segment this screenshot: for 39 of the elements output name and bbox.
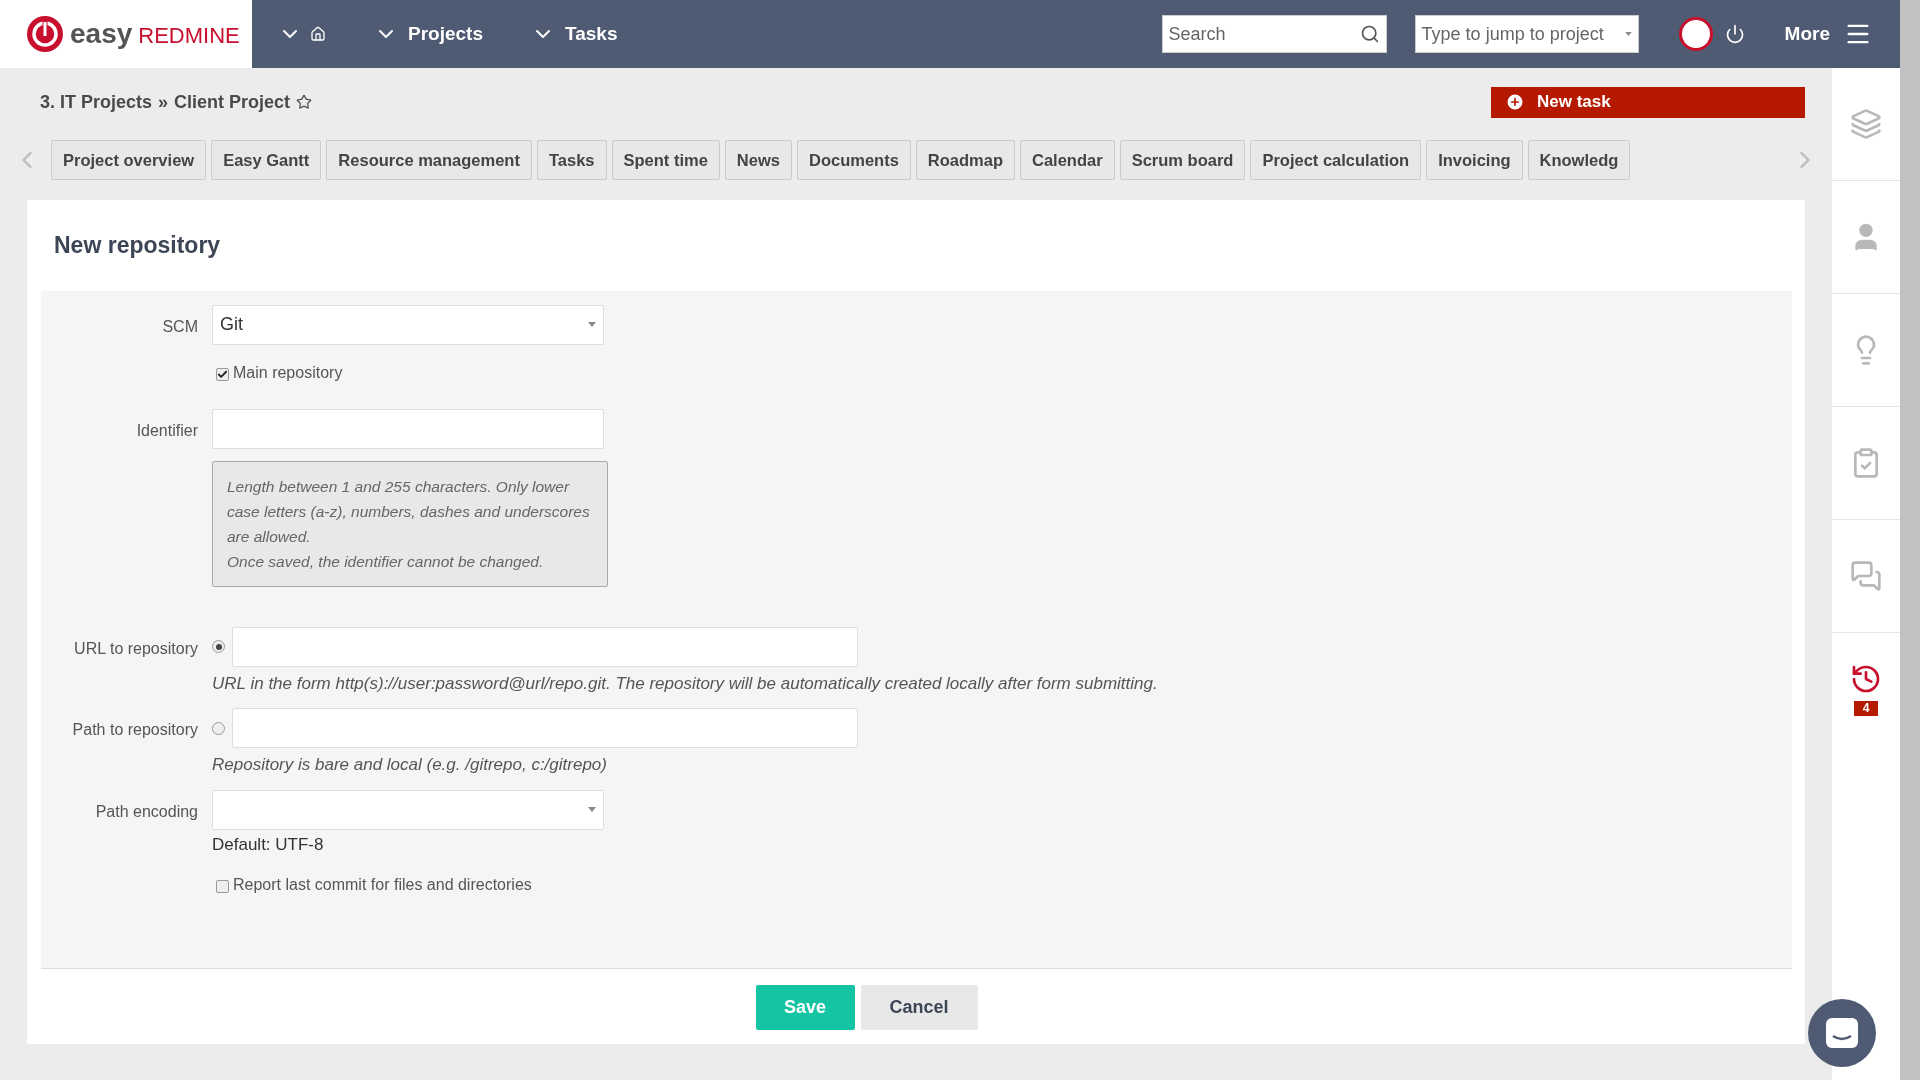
field-label: Path encoding [95,802,198,820]
project-tab[interactable]: Scrum board [1119,140,1246,180]
checkbox-label: Main repository [233,362,343,383]
project-tab[interactable]: Tasks [536,140,607,180]
new-task-button[interactable]: New task [1491,86,1805,118]
note-text: Once saved, the identifier cannot be changed. [227,551,545,572]
field-label: URL to repository [74,639,198,657]
project-tab[interactable]: Resource management [326,140,532,180]
nav-menu-item[interactable]: Projects [374,19,483,49]
search-field[interactable]: Search [1161,15,1387,53]
field-label: Path to repository [72,721,198,738]
project-tab[interactable]: Easy Gantt [211,140,322,180]
field-label: Identifier [136,421,198,439]
select-field[interactable]: Git [212,304,604,345]
field-hint: URL in the form http(s)://user:password@url/repo.git. The repository will be automatically created locally after form submitting. [212,672,1158,695]
project-tab[interactable]: News [724,140,792,180]
breadcrumb-link[interactable]: Client Project [174,88,291,116]
project-tab[interactable]: Project calculation [1250,140,1422,180]
logo[interactable]: easy REDMINE [0,0,252,68]
form-title: New repository [53,231,222,260]
default-note: Default: UTF-8 [212,833,325,856]
note-text: Length between 1 and 255 characters. Only lower case letters (a-z), numbers, dashes and underscores are allowed. [227,476,591,547]
jump-field[interactable]: Type to jump to project [1414,15,1639,53]
breadcrumb-separator: » [158,90,169,114]
more-menu[interactable]: More [1784,19,1872,49]
breadcrumb-link[interactable]: 3. IT Projects [40,88,153,116]
project-tab[interactable]: Invoicing [1426,140,1523,180]
cancel-button[interactable]: Cancel [860,984,978,1030]
count-badge: 4 [1853,701,1879,716]
field-hint: Repository is bare and local (e.g. /gitrepo, c:/gitrepo) [212,754,608,776]
project-tab[interactable]: Project overview [51,140,207,180]
project-tab[interactable]: Knowledg [1527,140,1631,180]
project-tab[interactable]: Spent time [611,140,720,180]
project-tab[interactable]: Calendar [1020,140,1115,180]
project-tab[interactable]: Roadmap [915,140,1015,180]
project-tab[interactable]: Documents [796,140,911,180]
checkbox-label: Report last commit for files and directories [233,875,532,895]
nav-menu-item[interactable]: Tasks [531,19,618,49]
field-label: SCM [162,317,198,335]
